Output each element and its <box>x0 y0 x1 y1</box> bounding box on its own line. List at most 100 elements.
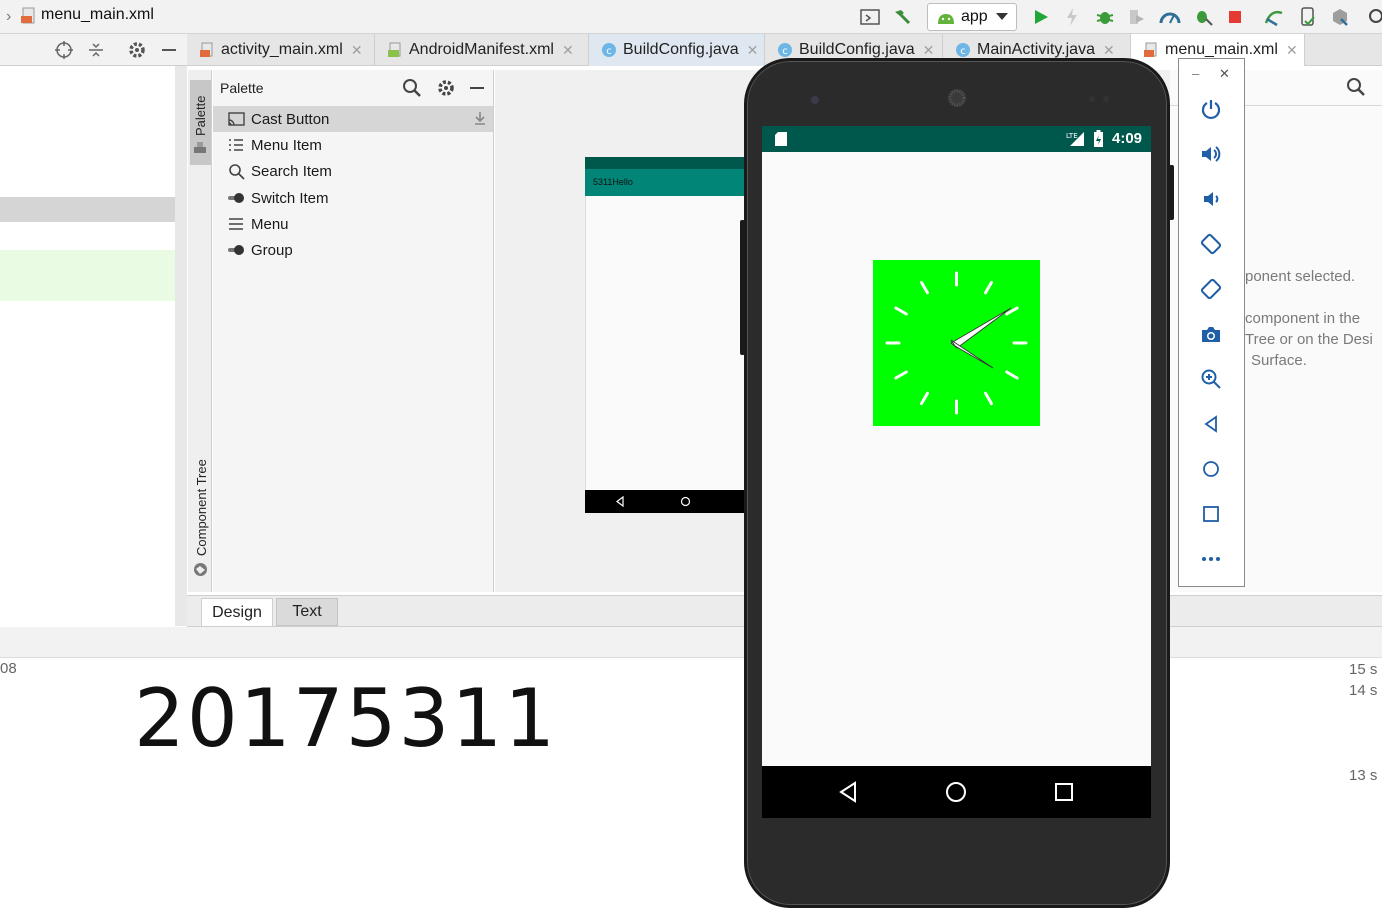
close-icon[interactable]: ✕ <box>562 42 574 59</box>
close-icon[interactable]: ✕ <box>747 42 759 59</box>
home-icon[interactable] <box>945 781 967 803</box>
recents-icon[interactable] <box>1054 782 1074 802</box>
console-toolbar <box>0 627 1382 658</box>
zoom-in-icon[interactable] <box>1196 364 1226 394</box>
volume-up-icon[interactable] <box>1196 139 1226 169</box>
analog-clock-widget[interactable] <box>873 260 1040 426</box>
close-icon[interactable]: ✕ <box>1103 42 1115 59</box>
xml-file-icon <box>200 42 213 57</box>
build-hammer-icon[interactable] <box>891 6 913 28</box>
class-file-icon: c <box>778 43 792 57</box>
palette-item-menu[interactable]: Menu <box>213 211 493 237</box>
close-icon[interactable]: ✕ <box>923 42 935 59</box>
cast-icon <box>227 110 245 128</box>
overview-icon[interactable] <box>1196 499 1226 529</box>
project-tree-highlight-row[interactable] <box>0 250 187 301</box>
coverage-icon[interactable] <box>1125 6 1147 28</box>
tab-design[interactable]: Design <box>201 598 273 626</box>
palette-side-tab-label: Palette <box>193 95 208 136</box>
speaker-grille-icon <box>947 88 967 108</box>
run-icon[interactable] <box>1030 6 1052 28</box>
project-pane <box>0 66 175 626</box>
locate-target-icon[interactable] <box>54 40 74 60</box>
power-icon[interactable] <box>1196 94 1226 124</box>
palette-item-label: Menu <box>251 215 289 233</box>
palette-item-switch-item[interactable]: Switch Item <box>213 185 493 211</box>
back-icon[interactable] <box>838 781 858 803</box>
emulator-screen[interactable] <box>762 126 1151 818</box>
tab-label: BuildConfig.java <box>799 41 915 58</box>
download-icon[interactable] <box>472 110 488 126</box>
tab-activity-main[interactable]: activity_main.xml ✕ <box>187 34 375 66</box>
collapse-all-icon[interactable] <box>86 40 106 60</box>
camera-icon[interactable] <box>1196 319 1226 349</box>
signal-icon: LTE <box>1066 130 1086 148</box>
palette-item-menu-item[interactable]: Menu Item <box>213 132 493 158</box>
hide-panel-icon[interactable] <box>468 78 486 98</box>
rotate-right-icon[interactable] <box>1196 274 1226 304</box>
console-big-text: 20175311 <box>134 672 558 765</box>
selection-hint-line-2: Tree or on the Desi <box>1245 331 1373 348</box>
log-time: 15 s <box>1349 661 1378 678</box>
class-file-icon: c <box>956 43 970 57</box>
manifest-file-icon <box>388 42 401 57</box>
sd-card-icon <box>774 131 788 147</box>
palette-item-cast-button[interactable]: Cast Button <box>213 106 493 132</box>
search-icon[interactable] <box>402 78 422 98</box>
svg-text:c: c <box>782 46 788 57</box>
volume-down-icon[interactable] <box>1196 184 1226 214</box>
sync-gradle-icon[interactable] <box>1263 6 1285 28</box>
home-icon[interactable] <box>1196 454 1226 484</box>
palette-item-group[interactable]: Group <box>213 237 493 263</box>
device-layout-icon[interactable] <box>859 6 881 28</box>
avd-manager-icon[interactable] <box>1297 6 1319 28</box>
preview-app-title: 5311Hello <box>593 177 633 187</box>
menu-icon <box>227 215 245 233</box>
project-pane-scrollbar[interactable] <box>175 66 187 626</box>
run-config-select[interactable]: app <box>927 3 1017 31</box>
run-config-label: app <box>961 8 988 25</box>
search-everywhere-icon[interactable] <box>1364 6 1382 28</box>
log-time: 13 s <box>1349 767 1378 784</box>
more-options-icon[interactable] <box>1196 544 1226 574</box>
palette-item-search-item[interactable]: Search Item <box>213 158 493 184</box>
proximity-sensor-icon <box>1088 95 1112 103</box>
rotate-left-icon[interactable] <box>1196 229 1226 259</box>
log-fragment: 08 <box>0 660 17 677</box>
tab-text[interactable]: Text <box>276 598 338 626</box>
apply-changes-icon[interactable] <box>1061 6 1083 28</box>
emulator-nav-bar <box>762 766 1151 818</box>
close-icon[interactable]: ✕ <box>1286 42 1298 59</box>
palette-item-label: Search Item <box>251 162 332 180</box>
hide-panel-icon[interactable] <box>160 40 178 60</box>
close-icon[interactable]: ✕ <box>1219 66 1230 82</box>
tab-build-config-1[interactable]: c BuildConfig.java ✕ <box>589 34 765 66</box>
front-camera-icon <box>810 95 820 105</box>
palette-side-tab[interactable]: Palette <box>190 80 211 165</box>
palette-item-label: Menu Item <box>251 136 322 154</box>
palette-title: Palette <box>220 80 264 96</box>
close-icon[interactable]: ✕ <box>351 42 363 59</box>
palette-item-label: Switch Item <box>251 189 329 207</box>
back-icon[interactable] <box>1196 409 1226 439</box>
tab-label: BuildConfig.java <box>623 41 739 58</box>
preview-status-bar <box>585 157 745 169</box>
gear-icon[interactable] <box>127 40 147 60</box>
component-tree-side-tab[interactable]: Component Tree <box>190 450 211 580</box>
breadcrumb-file-name[interactable]: menu_main.xml <box>41 6 154 24</box>
gear-icon[interactable] <box>436 78 456 98</box>
home-icon <box>680 496 691 507</box>
search-icon[interactable] <box>1346 77 1366 97</box>
debug-bug-icon[interactable] <box>1094 6 1116 28</box>
selection-hint-line-3: Surface. <box>1251 352 1307 369</box>
project-tree-selected-row[interactable] <box>0 197 187 222</box>
stop-icon[interactable] <box>1224 6 1246 28</box>
attach-debugger-icon[interactable] <box>1192 6 1214 28</box>
sdk-manager-icon[interactable] <box>1329 6 1351 28</box>
breadcrumb-chevron-icon: › <box>6 8 12 25</box>
layout-preview[interactable] <box>585 157 745 513</box>
profiler-icon[interactable] <box>1159 6 1181 28</box>
minimize-icon[interactable]: – <box>1192 66 1199 81</box>
svg-text:c: c <box>960 46 966 57</box>
tab-android-manifest[interactable]: AndroidManifest.xml ✕ <box>375 34 589 66</box>
